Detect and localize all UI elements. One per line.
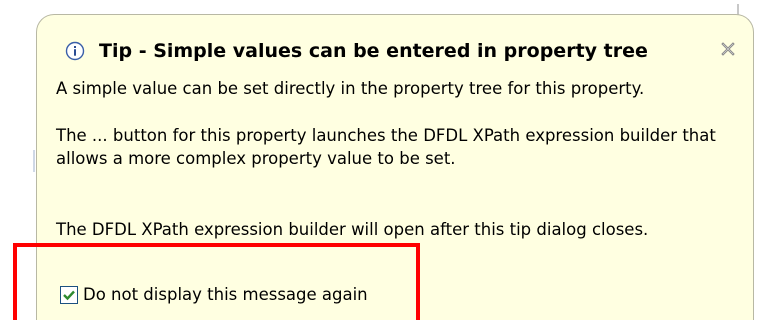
close-icon[interactable] (719, 40, 737, 58)
background-fragment (33, 150, 35, 172)
do-not-display-checkbox-row[interactable]: Do not display this message again (60, 285, 368, 304)
tip-paragraph: The DFDL XPath expression builder will o… (56, 220, 649, 239)
page: Tip - Simple values can be entered in pr… (0, 0, 761, 320)
checkbox-label: Do not display this message again (83, 285, 368, 304)
do-not-display-checkbox[interactable] (60, 285, 78, 304)
tip-dialog: Tip - Simple values can be entered in pr… (36, 14, 754, 320)
tip-title: Tip - Simple values can be entered in pr… (99, 40, 648, 62)
tip-header: Tip - Simple values can be entered in pr… (65, 37, 739, 65)
info-icon (65, 41, 85, 61)
tip-paragraph: A simple value can be set directly in th… (56, 79, 645, 98)
tip-paragraph: The ... button for this property launche… (56, 126, 716, 168)
